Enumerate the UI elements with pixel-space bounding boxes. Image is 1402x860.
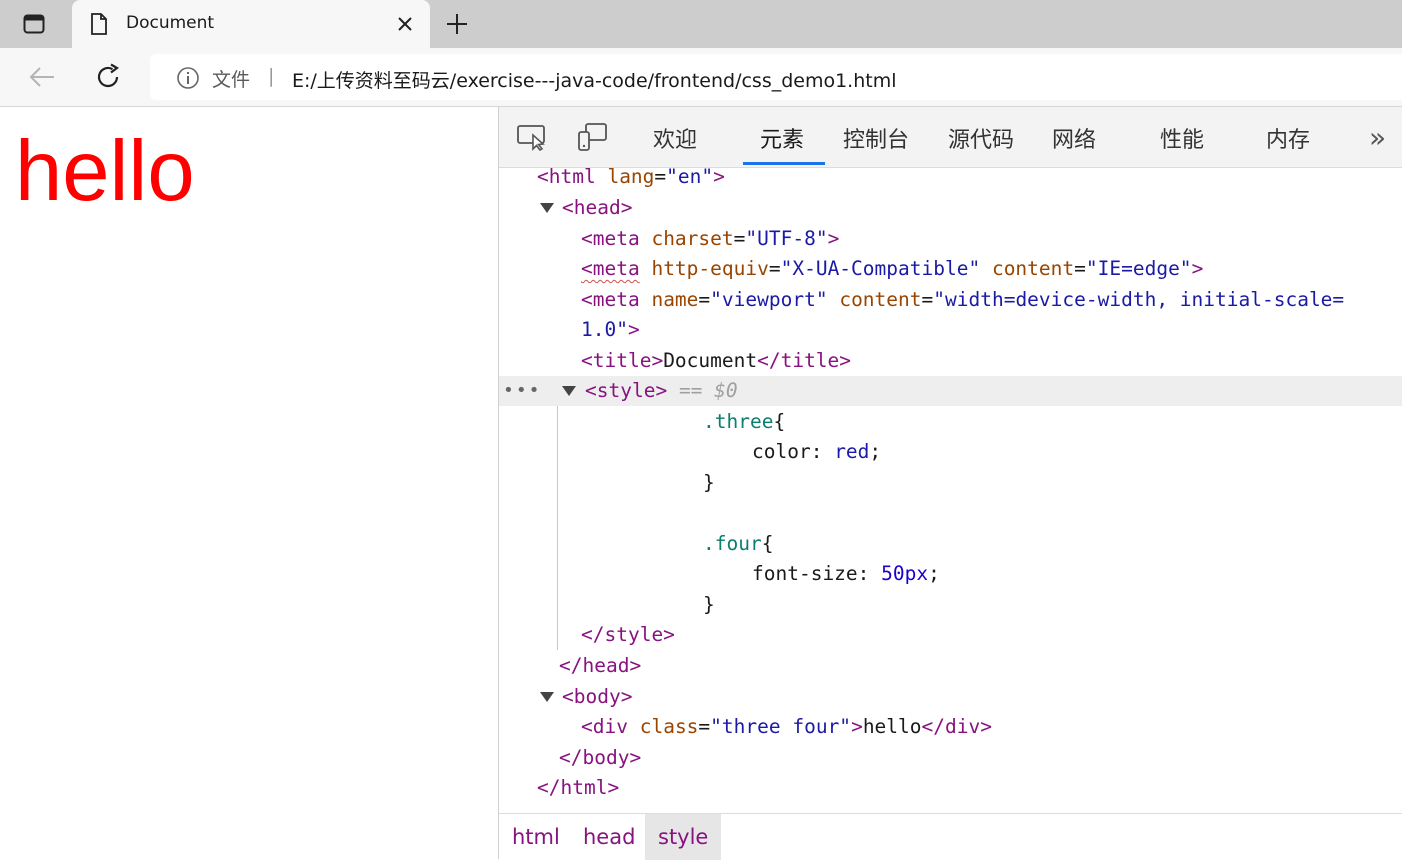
devtools-tab-bar: 欢迎 元素 控制台 源代码 网络 性能 内存 » [499, 107, 1402, 168]
tab-title: Document [126, 13, 215, 33]
dom-node-meta-charset[interactable]: <meta charset="UTF-8"> [581, 224, 839, 254]
file-scheme-label: 文件 [212, 69, 251, 91]
inspect-icon [517, 125, 545, 151]
plus-icon [447, 14, 467, 34]
css-rule-four-close: } [703, 593, 715, 616]
css-decl-color: color: red; [752, 440, 882, 463]
info-icon[interactable] [176, 66, 200, 90]
dom-node-body[interactable]: <body> [562, 682, 632, 712]
expand-style-triangle-icon[interactable] [562, 386, 576, 396]
breadcrumb: html head style [499, 813, 1402, 860]
dom-node-body-close[interactable]: </body> [559, 743, 641, 773]
tab-strip: Document [0, 0, 1402, 48]
browser-tab[interactable]: Document [72, 0, 430, 48]
active-tab-indicator [743, 162, 825, 165]
tab-performance[interactable]: 性能 [1160, 122, 1204, 154]
tab-actions-button[interactable] [18, 10, 50, 38]
url-text[interactable]: E:/上传资料至码云/exercise---java-code/frontend… [292, 66, 897, 93]
dom-node-style-close[interactable]: </style> [581, 620, 675, 650]
dom-node-head-close[interactable]: </head> [559, 651, 641, 681]
breadcrumb-html[interactable]: html [499, 814, 573, 860]
indent-guide [557, 406, 558, 650]
close-icon [398, 17, 412, 31]
css-rule-four-selector: .four{ [703, 532, 774, 555]
expand-head-triangle-icon[interactable] [540, 203, 554, 213]
tab-console[interactable]: 控制台 [843, 122, 909, 154]
css-rule-three-selector: .three{ [703, 410, 786, 433]
address-bar[interactable]: 文件 | E:/上传资料至码云/exercise---java-code/fro… [150, 54, 1402, 100]
inspect-element-button[interactable] [515, 121, 549, 153]
back-arrow-icon [29, 67, 54, 87]
dom-tree: ••• <html lang="en"> <head> <meta charse… [499, 165, 1402, 813]
reload-button[interactable] [90, 60, 126, 94]
more-tabs-icon[interactable]: » [1369, 121, 1386, 154]
tab-memory[interactable]: 内存 [1266, 122, 1310, 154]
dom-node-head[interactable]: <head> [562, 193, 632, 223]
device-icon [578, 123, 607, 151]
node-actions-icon[interactable]: ••• [503, 376, 542, 406]
address-separator: | [268, 65, 275, 87]
css-rule-three-close: } [703, 471, 715, 494]
tab-welcome[interactable]: 欢迎 [653, 122, 697, 154]
document-icon [91, 13, 107, 35]
dom-node-meta-http-equiv[interactable]: <meta http-equiv="X-UA-Compatible" conte… [581, 254, 1203, 284]
tab-network[interactable]: 网络 [1052, 122, 1096, 154]
hello-div: hello [15, 124, 195, 219]
tab-actions-icon [23, 14, 45, 34]
dom-node-div[interactable]: <div class="three four">hello</div> [581, 712, 992, 742]
devtools-panel: 欢迎 元素 控制台 源代码 网络 性能 内存 » ••• <html lang=… [498, 107, 1402, 860]
breadcrumb-style[interactable]: style [645, 814, 722, 860]
reload-icon [97, 63, 119, 88]
dom-node-html-close[interactable]: </html> [537, 773, 619, 803]
browser-toolbar: 文件 | E:/上传资料至码云/exercise---java-code/fro… [0, 48, 1402, 107]
page-viewport: hello [0, 107, 498, 859]
device-emulation-button[interactable] [575, 121, 609, 153]
tab-sources[interactable]: 源代码 [948, 122, 1014, 154]
dom-node-meta-viewport[interactable]: <meta name="viewport" content="width=dev… [581, 285, 1344, 315]
new-tab-button[interactable] [440, 9, 474, 39]
dom-node-html[interactable]: <html lang="en"> [537, 162, 725, 192]
expand-body-triangle-icon[interactable] [540, 692, 554, 702]
css-decl-font-size: font-size: 50px; [752, 562, 940, 585]
dom-node-style[interactable]: <style> == $0 [585, 376, 738, 406]
tab-close-button[interactable] [392, 11, 418, 37]
dom-node-title[interactable]: <title>Document</title> [581, 346, 851, 376]
dom-node-meta-viewport-wrap: 1.0"> [581, 318, 640, 341]
back-button[interactable] [24, 60, 60, 94]
breadcrumb-head[interactable]: head [570, 814, 648, 860]
tab-elements[interactable]: 元素 [760, 122, 804, 154]
